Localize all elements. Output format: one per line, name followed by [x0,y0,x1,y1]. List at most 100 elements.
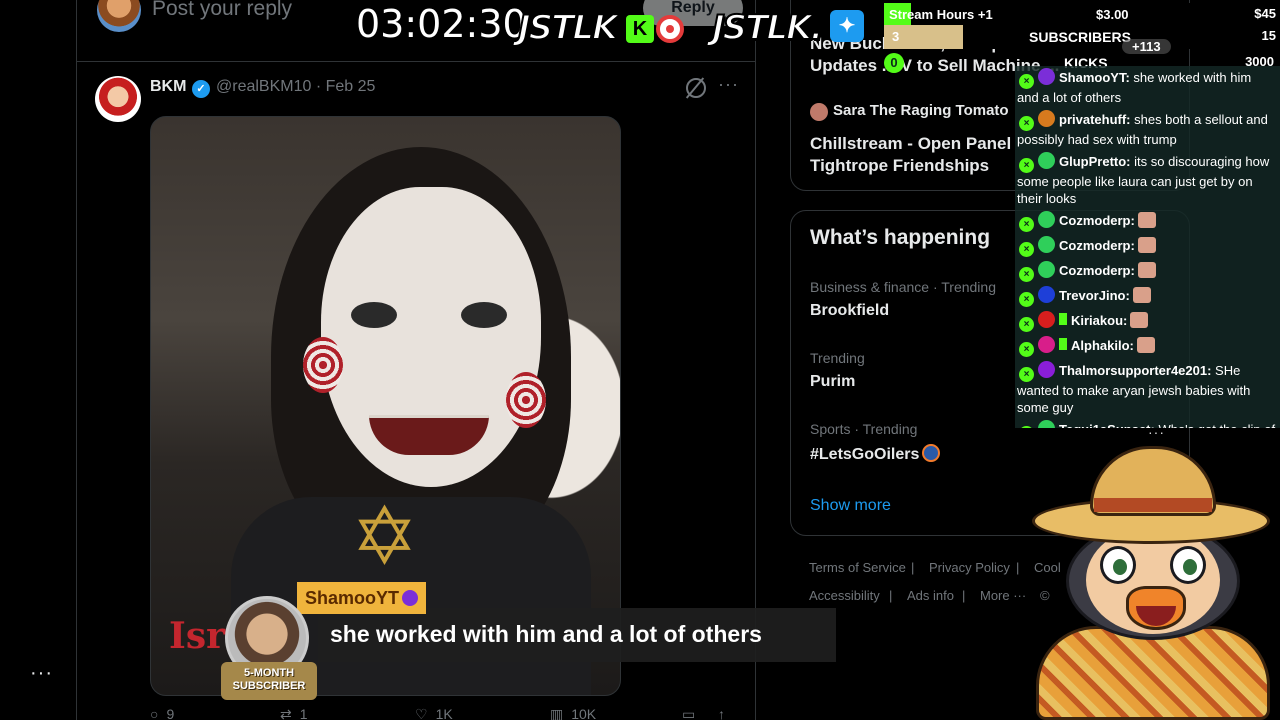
goal-hours-total: $45 [1254,6,1276,21]
trend-meta-2: Trending [810,350,865,366]
user-avatar-icon [1038,211,1055,228]
image-mouth [369,415,489,455]
mascot-shirt [1036,626,1270,720]
chat-username[interactable]: ShamooYT: [1059,70,1130,85]
oilers-logo-icon [922,444,941,462]
chat-message: × Cozmoderp: [1015,259,1280,284]
footer-more-link[interactable]: More ··· [980,588,1026,603]
sub-badge-icon [402,590,419,606]
action-count: 1K [435,706,453,720]
chat-username[interactable]: privatehuff: [1059,112,1131,127]
share-icon[interactable]: ↑ [718,706,725,720]
goal-kicks-count: 0 [884,53,904,73]
trend-item-3[interactable]: #LetsGoOilers [810,444,941,464]
chat-username[interactable]: Kiriakou: [1071,313,1127,328]
footer-divider: | [911,560,915,575]
bookmark-icon[interactable]: ▭ [682,706,695,720]
image-face [303,187,546,487]
post-author-avatar[interactable] [95,76,141,122]
kick-badge-icon: × [1019,217,1034,232]
image-eye-right [461,302,507,328]
star-of-david-icon: ✡ [351,492,419,581]
emote-icon [1130,312,1149,328]
post-more-icon[interactable]: ··· [718,74,739,95]
views-count-icon[interactable]: ▥ 10K [550,706,596,720]
news-title-1[interactable]: Chillstream - Open Panel [810,134,1011,154]
subscriber-badge-icon [1059,338,1067,350]
chat-username[interactable]: Cozmoderp: [1059,263,1135,278]
chat-message: × GlupPretto: its so discouraging how som… [1015,150,1280,209]
image-eye-left [351,302,397,328]
like-count-icon[interactable]: ♡ 1K [415,706,453,720]
author-avatar[interactable] [810,103,828,121]
emote-icon [1136,337,1155,353]
show-more-link[interactable]: Show more [810,497,891,515]
user-avatar[interactable] [97,0,141,32]
reply-input[interactable]: Post your reply [152,0,292,21]
goal-subscribers: 3 SUBSCRIBERS 15 [884,25,1280,49]
brand-logo-2: JSTLK. [711,7,824,49]
user-avatar-icon [1038,152,1055,169]
news-author[interactable]: Sara The Raging Tomato [833,102,1009,119]
image-cheek-spiral-right [506,372,546,428]
chat-username[interactable]: Cozmoderp: [1059,238,1135,253]
stream-timer: 03:02:30 [356,2,527,46]
mascot-eye-left [1100,546,1136,584]
chat-message: × Cozmoderp: [1015,209,1280,234]
post-author-name[interactable]: BKM [150,78,186,96]
user-avatar-icon [1038,286,1055,303]
mascot-penguin [1028,446,1278,720]
sub-label: SUBSCRIBER [232,680,306,692]
chat-message: × privatehuff: shes both a sellout and po… [1015,108,1280,150]
user-avatar-icon [1038,311,1055,328]
emote-icon [1137,262,1156,278]
chat-message: × Alphakilo: [1015,334,1280,359]
footer-terms-link[interactable]: Terms of Service [809,560,906,575]
verified-badge-icon: ✓ [192,80,210,98]
alert-message: she worked with him and a lot of others [318,608,836,662]
goal-hours-label: Stream Hours +1 [889,7,993,22]
kick-badge-icon: × [1019,158,1034,173]
viewer-bubble: +113 [1122,39,1171,54]
kick-badge-icon: × [1019,242,1034,257]
footer-accessibility-link[interactable]: Accessibility [809,588,880,603]
emote-icon [1137,212,1156,228]
footer-ads-link[interactable]: Ads info [907,588,954,603]
goal-subs-label: SUBSCRIBERS [1029,29,1131,45]
action-count: 1 [299,706,308,720]
chat-username[interactable]: Thalmorsupporter4e201: [1059,363,1211,378]
trend-name-1[interactable]: Brookfield [810,302,889,320]
user-avatar-icon [1038,236,1055,253]
goal-subs-count: 3 [892,29,900,44]
news-title-2[interactable]: Tightrope Friendships [810,156,989,176]
whats-happening-title: What’s happening [810,226,991,249]
footer-privacy-link[interactable]: Privacy Policy [929,560,1010,575]
trend-name-2[interactable]: Purim [810,373,855,391]
twitter-bird-icon: ✦ [830,10,864,42]
mascot-eye-right [1170,546,1206,584]
alert-username-tag: ShamooYT [297,582,427,614]
trend-name-3: #LetsGoOilers [810,446,920,463]
chat-username[interactable]: TrevorJino: [1059,288,1130,303]
trend-meta-3: Sports · Trending [810,421,918,437]
chat-username[interactable]: Cozmoderp: [1059,213,1135,228]
chat-username[interactable]: Tequi1aSunset: [1059,422,1155,428]
more-menu-icon[interactable]: ··· [30,662,53,685]
post-action-bar: ○ 9 ⇄ 1 ♡ 1K ▥ 10K ▭ ↑ [150,706,740,720]
chat-message: × Thalmorsupporter4e201: SHe wanted to ma… [1015,359,1280,418]
post-handle-date[interactable]: @realBKM10 · Feb 25 [216,78,375,96]
user-avatar-icon [1038,336,1055,353]
grok-icon[interactable] [686,78,706,98]
chat-username[interactable]: Alphakilo: [1071,338,1134,353]
user-avatar-icon [1038,261,1055,278]
kick-badge-icon: × [1019,426,1034,428]
repost-count-icon[interactable]: ⇄ 1 [280,706,308,720]
chat-more-icon[interactable]: ··· [1148,424,1165,440]
reply-count-icon[interactable]: ○ 9 [150,706,174,720]
chat-panel: × ShamooYT: she worked with him and a lot… [1015,66,1280,428]
footer-divider: | [1016,560,1020,575]
kick-badge-icon: × [1019,367,1034,382]
goal-subs-total: 15 [1261,28,1276,43]
chat-username[interactable]: GlupPretto: [1059,154,1131,169]
alert-username: ShamooYT [305,588,400,608]
